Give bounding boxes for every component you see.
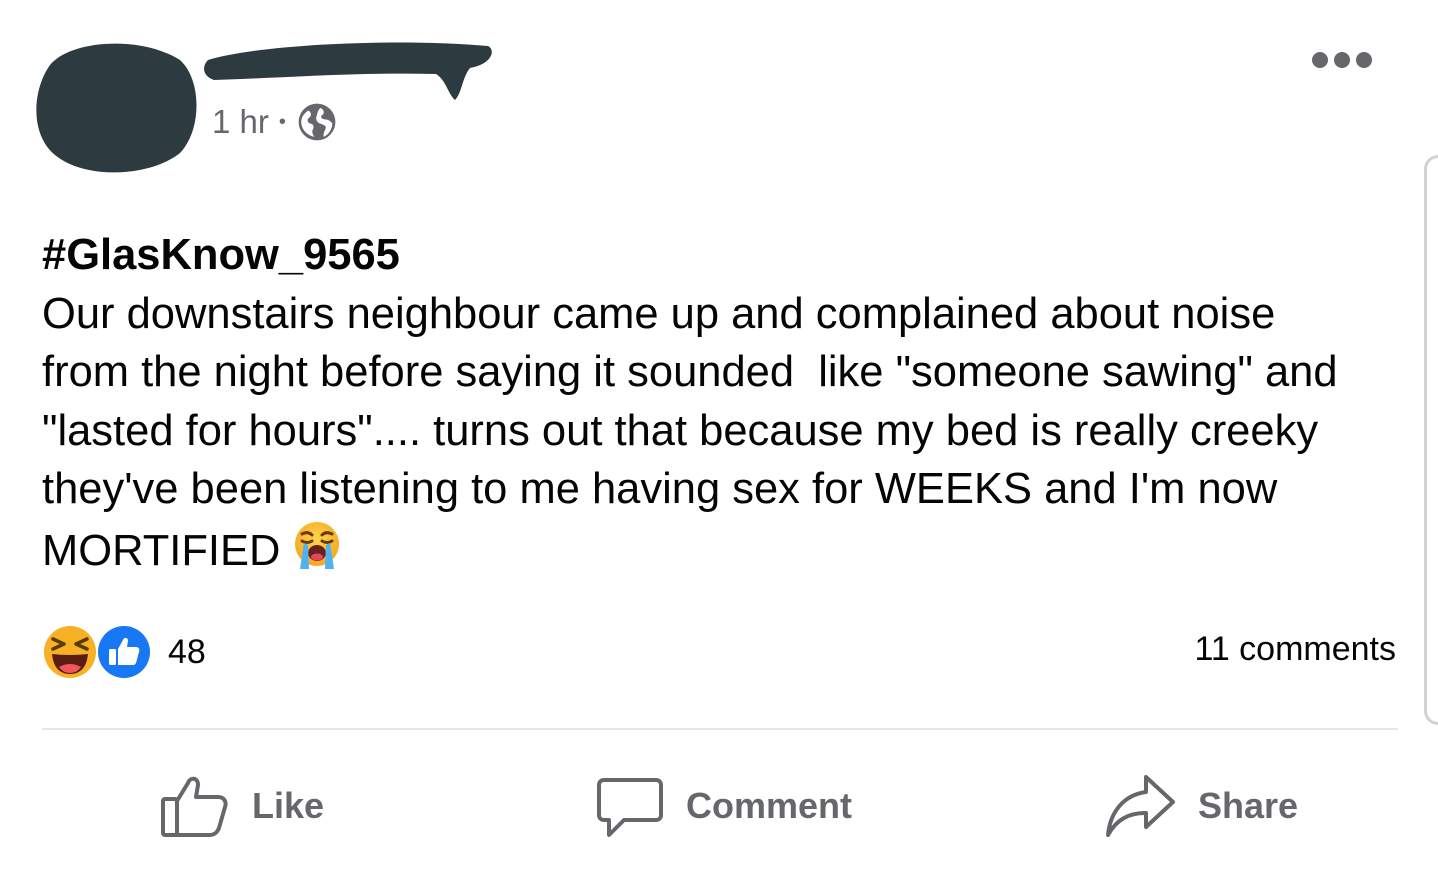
- meta-separator: •: [278, 110, 286, 133]
- post-text-line: "lasted for hours".... turns out that be…: [42, 406, 1319, 455]
- post-text-line: from the night before saying it sounded …: [42, 348, 1338, 396]
- more-options-button[interactable]: [1312, 52, 1372, 68]
- like-reaction-icon: [96, 624, 152, 680]
- reaction-count: 48: [168, 632, 206, 671]
- hashtag-link[interactable]: #GlasKnow_9565: [42, 226, 1402, 285]
- more-horizontal-icon: [1312, 52, 1328, 68]
- post-meta: 1 hr •: [212, 100, 338, 144]
- globe-icon[interactable]: [296, 101, 338, 143]
- post-body: #GlasKnow_9565 Our downstairs neighbour …: [42, 226, 1402, 580]
- post-text-line: MORTIFIED: [42, 526, 281, 575]
- author-name-redaction[interactable]: [200, 38, 500, 108]
- comments-count-link[interactable]: 11 comments: [1194, 630, 1396, 669]
- post-text-last-line: MORTIFIED: [42, 519, 1402, 581]
- post-text-line: they've been listening to me having sex …: [42, 465, 1278, 513]
- action-divider: [42, 728, 1398, 730]
- share-arrow-icon: [1106, 775, 1175, 837]
- like-label: Like: [252, 785, 325, 826]
- avatar[interactable]: [30, 35, 200, 175]
- comment-bubble-icon: [597, 778, 663, 837]
- thumbs-up-icon: [161, 776, 228, 837]
- post-text-line: Our downstairs neighbour came up and com…: [42, 289, 1276, 338]
- share-button[interactable]: Share: [1104, 768, 1298, 844]
- side-panel-edge: [1424, 155, 1438, 725]
- share-label: Share: [1198, 785, 1299, 826]
- comment-button[interactable]: Comment: [596, 768, 852, 844]
- like-button[interactable]: Like: [160, 768, 324, 844]
- reactions-summary[interactable]: 48: [40, 622, 206, 682]
- post-time[interactable]: 1 hr: [212, 103, 269, 141]
- comment-label: Comment: [686, 785, 853, 826]
- loudly-crying-face-icon: [295, 521, 340, 569]
- haha-reaction-icon: [42, 624, 98, 680]
